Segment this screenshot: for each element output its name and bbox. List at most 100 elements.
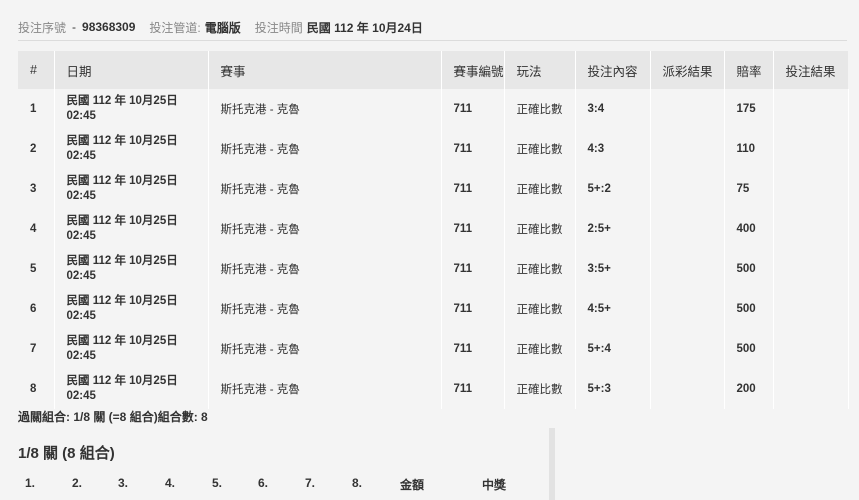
row-match: 斯托克港 - 克魯 — [208, 209, 442, 249]
row-bet-type: 正確比數 — [504, 129, 576, 169]
row-date-time: 02:45 — [66, 110, 96, 122]
row-payout — [650, 329, 725, 369]
row-odds: 75 — [724, 169, 774, 209]
row-date: 民國 112 年 10月25日 02:45 — [54, 289, 209, 329]
row-selection: 4:3 — [575, 129, 651, 169]
column-header-result: 投注結果 — [773, 51, 848, 89]
table-row: 4 民國 112 年 10月25日 02:45 斯托克港 - 克魯 711 正確比數 2:5… — [18, 209, 849, 249]
row-date-day: 民國 112 年 10月25日 — [66, 95, 178, 107]
row-bet-type: 正確比數 — [504, 369, 576, 409]
column-header-selection: 投注內容 — [575, 51, 651, 89]
column-header-bet-type: 玩法 — [504, 51, 576, 89]
time-label: 投注時間 — [254, 20, 303, 35]
table-row: 3 民國 112 年 10月25日 02:45 斯托克港 - 克魯 711 正確比數 5+:… — [18, 169, 849, 209]
row-match: 斯托克港 - 克魯 — [208, 169, 442, 209]
row-date: 民國 112 年 10月25日 02:45 — [54, 209, 209, 249]
row-result — [773, 289, 849, 329]
row-result — [773, 129, 849, 169]
row-selection: 3:4 — [575, 89, 651, 129]
row-payout — [650, 169, 725, 209]
combination-col-3: 3. — [118, 476, 129, 490]
row-result — [773, 169, 849, 209]
serial-value: 98368309 — [82, 20, 136, 34]
bets-table: # 日期 賽事 賽事編號 玩法 投注內容 派彩結果 賠率 投注結果 1 民國 11… — [18, 51, 849, 409]
row-payout — [650, 289, 725, 329]
row-date-day: 民國 112 年 10月25日 — [66, 175, 178, 187]
row-selection: 4:5+ — [575, 289, 651, 329]
row-date-time: 02:45 — [66, 310, 96, 322]
row-event-number: 711 — [441, 369, 505, 409]
row-number: 7 — [18, 329, 55, 369]
row-odds: 400 — [724, 209, 774, 249]
row-match: 斯托克港 - 克魯 — [208, 249, 442, 289]
row-number: 4 — [18, 209, 55, 249]
row-number: 3 — [18, 169, 55, 209]
combination-col-4: 4. — [165, 476, 176, 490]
combination-col-8: 8. — [352, 476, 363, 490]
serial-label: 投注序號 — [18, 20, 67, 35]
row-event-number: 711 — [441, 89, 505, 129]
row-match: 斯托克港 - 克魯 — [208, 369, 442, 409]
row-date-time: 02:45 — [66, 230, 96, 242]
row-bet-type: 正確比數 — [504, 169, 576, 209]
serial-separator: - — [72, 20, 77, 34]
combination-col-7: 7. — [305, 476, 316, 490]
row-match: 斯托克港 - 克魯 — [208, 89, 442, 129]
row-date-time: 02:45 — [66, 390, 96, 402]
row-number: 5 — [18, 249, 55, 289]
row-bet-type: 正確比數 — [504, 249, 576, 289]
column-header-odds: 賠率 — [724, 51, 774, 89]
row-event-number: 711 — [441, 209, 505, 249]
row-date-time: 02:45 — [66, 270, 96, 282]
row-result — [773, 329, 849, 369]
row-match: 斯托克港 - 克魯 — [208, 329, 442, 369]
table-row: 8 民國 112 年 10月25日 02:45 斯托克港 - 克魯 711 正確比數 5+:… — [18, 369, 849, 409]
table-row: 6 民國 112 年 10月25日 02:45 斯托克港 - 克魯 711 正確比數 4:5… — [18, 289, 849, 329]
row-payout — [650, 209, 725, 249]
row-selection: 5+:3 — [575, 369, 651, 409]
row-date: 民國 112 年 10月25日 02:45 — [54, 89, 209, 129]
row-date-day: 民國 112 年 10月25日 — [66, 255, 178, 267]
column-header-date: 日期 — [54, 51, 209, 89]
combination-col-2: 2. — [72, 476, 83, 490]
table-row: 1 民國 112 年 10月25日 02:45 斯托克港 - 克魯 711 正確比數 3:4… — [18, 89, 849, 129]
row-date-day: 民國 112 年 10月25日 — [66, 335, 178, 347]
row-number: 1 — [18, 89, 55, 129]
combination-title: 1/8 關 (8 組合) — [18, 445, 115, 462]
row-payout — [650, 249, 725, 289]
row-date-day: 民國 112 年 10月25日 — [66, 295, 178, 307]
combination-col-winnings: 中獎 — [482, 478, 507, 492]
table-row: 7 民國 112 年 10月25日 02:45 斯托克港 - 克魯 711 正確比數 5+:… — [18, 329, 849, 369]
row-number: 6 — [18, 289, 55, 329]
table-row: 5 民國 112 年 10月25日 02:45 斯托克港 - 克魯 711 正確比數 3:5… — [18, 249, 849, 289]
row-date-day: 民國 112 年 10月25日 — [66, 135, 178, 147]
panel-divider — [549, 428, 555, 500]
table-row: 2 民國 112 年 10月25日 02:45 斯托克港 - 克魯 711 正確比數 4:3… — [18, 129, 849, 169]
time-value: 民國 112 年 10月24日 — [306, 20, 423, 35]
combination-header-row: 1. 2. 3. 4. 5. 6. 7. 8. 金額 中獎 — [18, 476, 538, 494]
row-event-number: 711 — [441, 129, 505, 169]
row-bet-type: 正確比數 — [504, 329, 576, 369]
row-odds: 200 — [724, 369, 774, 409]
column-header-match: 賽事 — [208, 51, 442, 89]
row-date-day: 民國 112 年 10月25日 — [66, 215, 178, 227]
combination-col-5: 5. — [212, 476, 223, 490]
row-date-time: 02:45 — [66, 190, 96, 202]
row-selection: 5+:4 — [575, 329, 651, 369]
row-payout — [650, 129, 725, 169]
row-odds: 500 — [724, 249, 774, 289]
row-match: 斯托克港 - 克魯 — [208, 129, 442, 169]
row-event-number: 711 — [441, 329, 505, 369]
row-odds: 110 — [724, 129, 774, 169]
column-header-payout: 派彩結果 — [650, 51, 725, 89]
combination-col-amount: 金額 — [400, 478, 425, 492]
row-bet-type: 正確比數 — [504, 89, 576, 129]
row-match: 斯托克港 - 克魯 — [208, 289, 442, 329]
column-header-event-number: 賽事編號 — [441, 51, 505, 89]
combination-col-6: 6. — [258, 476, 269, 490]
row-event-number: 711 — [441, 169, 505, 209]
row-result — [773, 209, 849, 249]
channel-label: 投注管道: — [149, 20, 201, 35]
row-result — [773, 249, 849, 289]
row-result — [773, 369, 849, 409]
